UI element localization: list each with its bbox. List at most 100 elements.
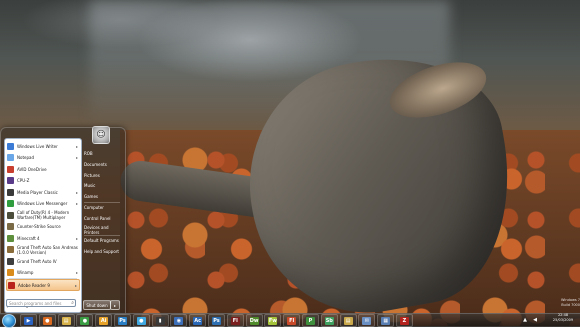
taskbar-button[interactable]: ▤ [57, 314, 75, 327]
chevron-right-icon: ▸ [113, 302, 116, 308]
clock[interactable]: 22:48 25/03/2009 [548, 313, 578, 326]
taskbar-button[interactable]: Ac [189, 314, 207, 327]
illustrator-icon: Ai [99, 316, 109, 325]
gta-iv-icon [7, 257, 14, 265]
start-menu-link[interactable]: Pictures [83, 171, 122, 180]
program-item[interactable]: Minecraft 4 ▸ [6, 233, 80, 243]
start-menu-link[interactable]: Computer [83, 203, 122, 212]
program-label: Winamp [17, 270, 34, 275]
start-menu-link[interactable]: Devices and Printers [83, 225, 122, 235]
chevron-right-icon: ▸ [75, 235, 78, 241]
flash-icon: Fl [230, 316, 240, 325]
taskbar-button[interactable]: Fw [264, 314, 282, 327]
chevron-right-icon: ▸ [75, 155, 78, 160]
taskbar-button[interactable]: Ai [95, 314, 113, 327]
taskbar-button[interactable]: P [302, 314, 319, 327]
program-item[interactable]: CPU-Z [6, 176, 80, 186]
photoshop-alt-icon: Ps [212, 316, 221, 325]
adobe-reader-icon [8, 281, 15, 289]
firefox-icon: ● [42, 316, 52, 325]
start-menu-link[interactable]: Music [83, 181, 122, 190]
taskbar-button[interactable]: ▮ [151, 314, 169, 327]
program-item[interactable]: Media Player Classic ▸ [6, 187, 80, 197]
user-avatar-icon: ☺ [96, 130, 106, 140]
taskbar-button[interactable]: ◉ [170, 314, 188, 327]
windows-icon: ▦ [381, 316, 391, 325]
media-icon: ◉ [174, 316, 184, 325]
start-menu-link[interactable]: Control Panel [83, 214, 122, 223]
chevron-right-icon: ▸ [75, 201, 78, 206]
search-placeholder: Search programs and files [9, 301, 62, 306]
user-avatar[interactable]: ☺ [92, 126, 110, 144]
start-menu-link[interactable]: Help and Support [83, 247, 122, 256]
mail-icon: ✉ [362, 316, 372, 325]
chevron-right-icon: ▸ [74, 282, 77, 288]
taskbar-button[interactable]: ▤ [339, 314, 357, 327]
taskbar-button[interactable]: ▶ [20, 314, 37, 327]
program-item[interactable]: Call of Duty(R) 4 - Modern Warfare(TM) M… [6, 210, 80, 220]
chevron-right-icon: ▸ [75, 189, 78, 195]
start-menu-link[interactable]: Default Programs [83, 236, 122, 245]
shutdown-options-button[interactable]: ▸ [110, 300, 120, 310]
clock-date: 25/03/2009 [552, 318, 574, 322]
flash-builder-icon: Fl [287, 316, 297, 325]
taskbar-button[interactable]: ● [132, 314, 150, 327]
minecraft-icon [7, 234, 14, 242]
acrobat-icon: Ac [193, 316, 203, 325]
program-item[interactable]: Windows Live Writer ▸ [6, 141, 80, 151]
taskbar-button[interactable]: Dw [245, 314, 263, 327]
search-icon: ⌕ [71, 300, 74, 306]
taskbar-button[interactable]: ✉ [358, 314, 376, 327]
taskbar-button[interactable]: Sb [320, 314, 338, 327]
program-item[interactable]: Adobe Reader 9 ▸ [6, 279, 80, 291]
program-item[interactable]: Windows Live Messenger ▸ [6, 199, 80, 209]
taskbar-button[interactable]: Z [396, 314, 413, 327]
program-label: Media Player Classic [17, 189, 58, 195]
taskbar-button[interactable]: Fl [226, 314, 244, 327]
system-tray: ▲ ◀ [520, 315, 540, 325]
shutdown-label: Shut down [86, 302, 108, 308]
taskbar-button[interactable]: Ps [208, 314, 225, 327]
taskbar-button[interactable]: Ps [114, 314, 131, 327]
program-label: AVID OneDrive [17, 166, 47, 172]
taskbar-button[interactable]: ● [76, 314, 94, 327]
program-label: Grand Theft Auto San Andreas (1.0.0 Vers… [17, 244, 78, 255]
counter-strike-icon [7, 223, 14, 230]
program-item[interactable]: Grand Theft Auto IV [6, 256, 80, 266]
program-label: Grand Theft Auto IV [17, 258, 57, 264]
search-input[interactable]: Search programs and files ⌕ [6, 299, 76, 307]
media-player-icon [7, 188, 14, 196]
soundbooth-icon: Sb [324, 316, 334, 325]
program-item[interactable]: Counter-Strike Source [6, 222, 80, 232]
program-label: Windows Live Writer [17, 143, 58, 149]
photoshop-icon: Ps [118, 316, 127, 325]
program-list: ▶ All Programs Windows Live Writer▸Notep… [4, 138, 82, 313]
program-item[interactable]: Winamp ▸ [6, 268, 80, 278]
network-icon[interactable]: ▲ [523, 317, 527, 323]
taskbar-button[interactable]: ▦ [377, 314, 395, 327]
start-menu-link[interactable]: Documents [83, 160, 122, 169]
winamp-icon [7, 269, 14, 276]
taskbar-button[interactable]: Fl [283, 314, 301, 327]
onedrive-icon [7, 165, 14, 173]
start-menu-link[interactable]: ROB [83, 149, 122, 158]
program-item[interactable]: Grand Theft Auto San Andreas (1.0.0 Vers… [6, 245, 80, 255]
program-item[interactable]: AVID OneDrive [6, 164, 80, 174]
gta-sa-icon [7, 246, 14, 253]
program-label: Counter-Strike Source [17, 224, 61, 229]
media-player-icon: ▶ [24, 316, 33, 325]
cpu-z-icon [7, 177, 14, 184]
program-label: Minecraft 4 [17, 235, 40, 241]
program-label: Call of Duty(R) 4 - Modern Warfare(TM) M… [17, 210, 70, 220]
windows-live-writer-icon [7, 142, 14, 150]
app-icon: P [306, 316, 315, 325]
program-item[interactable]: Notepad ▸ [6, 153, 80, 163]
shutdown-button[interactable]: Shut down [83, 300, 111, 310]
chrome-icon: ● [80, 316, 90, 325]
volume-icon[interactable]: ◀ [533, 317, 537, 323]
program-label: Adobe Reader 9 [18, 282, 50, 288]
taskbar-button[interactable]: ● [38, 314, 56, 327]
dreamweaver-icon: Dw [249, 316, 259, 325]
start-menu-link[interactable]: Games [83, 192, 122, 201]
messenger-icon [7, 200, 14, 207]
